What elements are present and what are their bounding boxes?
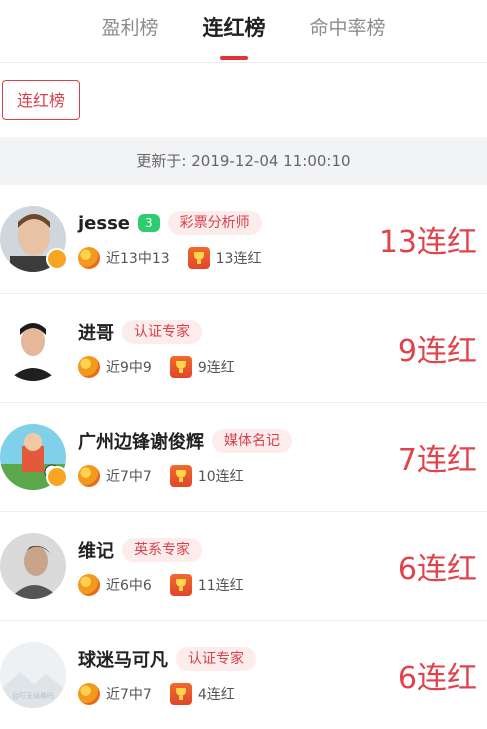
avatar-wrap <box>0 533 66 599</box>
expert-name: 球迷马可凡 <box>78 650 168 671</box>
football-icon <box>78 465 100 487</box>
avatar[interactable] <box>0 533 66 599</box>
sport-badge-icon <box>46 466 68 488</box>
list-item[interactable]: 广州边锋谢俊辉 媒体名记 近7中7 10连红 7连红 <box>0 403 487 512</box>
expert-name: 维记 <box>78 541 114 562</box>
football-icon <box>78 247 100 269</box>
list-item[interactable]: 维记 英系专家 近6中6 11连红 6连红 <box>0 512 487 621</box>
expert-name: jesse <box>78 212 131 234</box>
streak-count: 6连红 <box>397 552 477 587</box>
tab-streak-label: 连红榜 <box>202 16 266 40</box>
expert-tag: 认证专家 <box>122 320 202 344</box>
tab-profit-label: 盈利榜 <box>101 17 159 39</box>
streak-record: 4连红 <box>197 687 235 703</box>
hit-record: 近7中7 <box>106 687 152 703</box>
avatar-wrap <box>0 424 68 490</box>
trophy-icon <box>169 683 192 705</box>
level-badge: 3 <box>138 214 160 232</box>
expert-tag: 英系专家 <box>122 538 202 562</box>
football-icon <box>78 356 100 378</box>
hit-record: 近7中7 <box>106 469 152 485</box>
expert-tag: 认证专家 <box>176 647 256 671</box>
tab-streak[interactable]: 连红榜 <box>203 0 266 62</box>
hit-record: 近9中9 <box>106 360 152 376</box>
avatar-wrap: 台叮无误桑吗 <box>0 642 66 708</box>
expert-tag: 媒体名记 <box>212 429 292 453</box>
avatar-wrap <box>0 206 68 272</box>
update-time-bar: 更新于: 2019-12-04 11:00:10 <box>0 137 487 185</box>
avatar[interactable] <box>0 315 66 381</box>
hit-record: 近13中13 <box>106 251 170 267</box>
football-icon <box>78 683 100 705</box>
expert-name: 广州边锋谢俊辉 <box>78 432 204 453</box>
avatar-text: 台叮无误桑吗 <box>12 691 54 700</box>
sport-badge-icon <box>46 248 68 270</box>
filter-row: 连红榜 <box>0 63 487 137</box>
trophy-icon <box>169 574 192 596</box>
list-item[interactable]: 台叮无误桑吗 球迷马可凡 认证专家 近7中7 4连红 6连红 <box>0 621 487 729</box>
trophy-icon <box>187 247 210 269</box>
streak-record: 10连红 <box>197 469 244 485</box>
streak-record: 9连红 <box>197 360 235 376</box>
leaderboard-tabs: 盈利榜 连红榜 命中率榜 <box>0 0 487 63</box>
tab-hit-rate[interactable]: 命中率榜 <box>310 0 386 62</box>
active-tab-indicator <box>220 56 248 60</box>
streak-filter-button[interactable]: 连红榜 <box>2 80 81 120</box>
list-item[interactable]: 进哥 认证专家 近9中9 9连红 9连红 <box>0 294 487 403</box>
hit-record: 近6中6 <box>106 578 152 594</box>
expert-list: jesse 3 彩票分析师 近13中13 13连红 13连红 进哥 认证专家 近… <box>0 185 487 729</box>
trophy-icon <box>169 465 192 487</box>
streak-count: 13连红 <box>378 225 477 260</box>
streak-record: 13连红 <box>215 251 262 267</box>
list-item[interactable]: jesse 3 彩票分析师 近13中13 13连红 13连红 <box>0 185 487 294</box>
streak-count: 9连红 <box>397 334 477 369</box>
tab-hit-rate-label: 命中率榜 <box>309 17 386 39</box>
football-icon <box>78 574 100 596</box>
streak-count: 6连红 <box>397 661 477 696</box>
expert-tag: 彩票分析师 <box>167 211 262 235</box>
avatar-wrap <box>0 315 66 381</box>
tab-profit[interactable]: 盈利榜 <box>101 0 158 62</box>
expert-name: 进哥 <box>78 323 114 344</box>
avatar[interactable]: 台叮无误桑吗 <box>0 642 66 708</box>
streak-record: 11连红 <box>197 578 244 594</box>
streak-count: 7连红 <box>397 443 477 478</box>
trophy-icon <box>169 356 192 378</box>
